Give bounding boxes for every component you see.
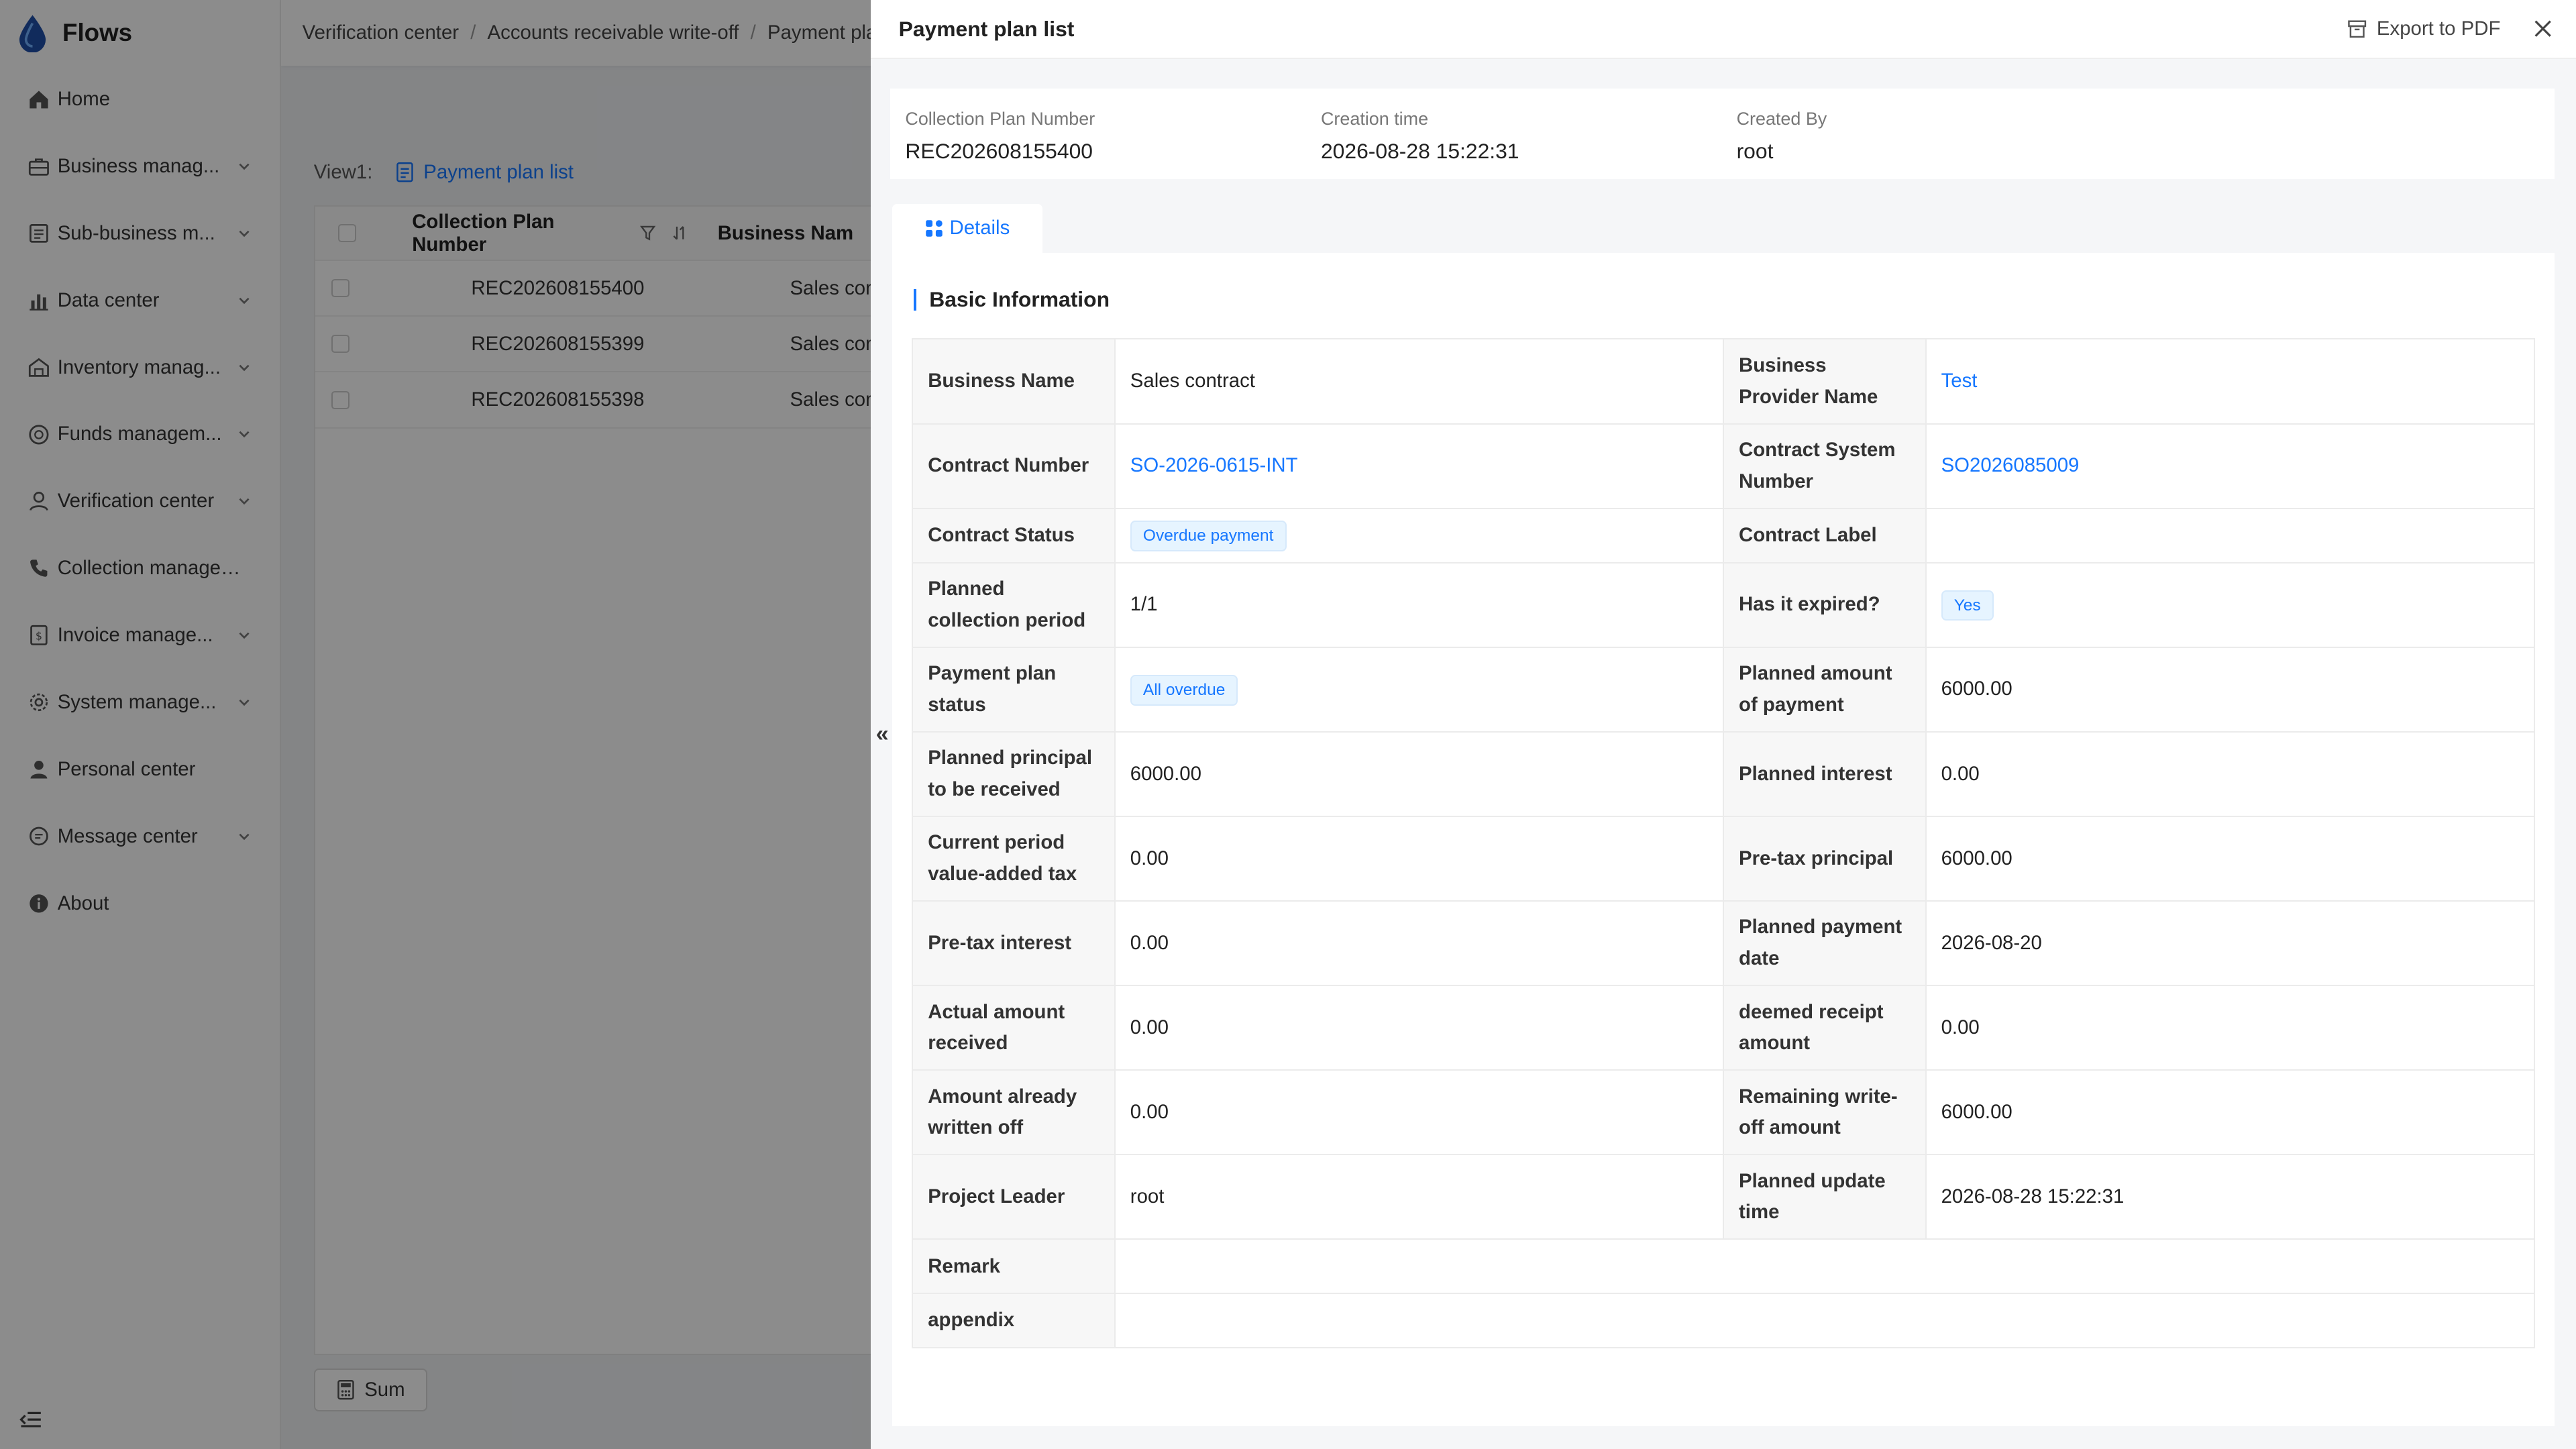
field-value: 6000.00 (1925, 1069, 2535, 1156)
info-row: Contract Number SO-2026-0615-INT Contrac… (912, 423, 2535, 509)
info-row: Payment plan status All overdue Planned … (912, 646, 2535, 733)
field-value: 0.00 (1925, 985, 2535, 1071)
field-label: deemed receipt amount (1722, 985, 1927, 1071)
field-label: Payment plan status (912, 646, 1116, 733)
field-label: Planned payment date (1722, 900, 1927, 987)
field-label: Business Provider Name (1722, 338, 1927, 425)
info-row: Business Name Sales contract Business Pr… (912, 338, 2535, 425)
drawer-tabs: Details (892, 203, 1043, 254)
field-label: Contract System Number (1722, 423, 1927, 509)
drawer-header: Payment plan list Export to PDF (870, 0, 2576, 60)
field-label: Contract Status (912, 507, 1116, 564)
field-label: Remark (912, 1238, 1116, 1295)
export-pdf-button[interactable]: Export to PDF (2347, 17, 2501, 40)
field-value: 2026-08-20 (1925, 900, 2535, 987)
info-row: Amount already written off 0.00 Remainin… (912, 1069, 2535, 1156)
detail-drawer: Payment plan list Export to PDF Collecti… (870, 0, 2576, 1449)
summary-value: 2026-08-28 15:22:31 (1320, 139, 1519, 164)
info-row: Project Leader root Planned update time … (912, 1154, 2535, 1240)
field-label: Planned update time (1722, 1154, 1927, 1240)
field-value (1925, 507, 2535, 564)
summary-value: REC202608155400 (905, 139, 1093, 164)
field-label: Planned amount of payment (1722, 646, 1927, 733)
field-label: appendix (912, 1293, 1116, 1349)
field-label: Current period value-added tax (912, 815, 1116, 902)
field-label: Planned interest (1722, 731, 1927, 817)
field-value: Sales contract (1114, 338, 1724, 425)
contract-status-badge: Overdue payment (1130, 521, 1287, 551)
tab-label: Details (949, 217, 1010, 239)
expired-badge: Yes (1941, 590, 1994, 621)
summary-panel: Collection Plan Number REC202608155400 C… (890, 89, 2555, 179)
summary-plan-number: Collection Plan Number REC202608155400 (905, 109, 1095, 164)
field-label: Planned collection period (912, 561, 1116, 648)
field-value: 6000.00 (1925, 646, 2535, 733)
business-provider-link[interactable]: Test (1941, 370, 1978, 392)
section-title: Basic Information (913, 288, 1110, 311)
field-value (1114, 1238, 2535, 1295)
field-value: 0.00 (1114, 1069, 1724, 1156)
grid-icon (925, 220, 943, 237)
info-row: Pre-tax interest 0.00 Planned payment da… (912, 900, 2535, 987)
field-value: 0.00 (1114, 985, 1724, 1071)
info-row: Planned collection period 1/1 Has it exp… (912, 561, 2535, 648)
field-value: 6000.00 (1114, 731, 1724, 817)
field-value: 6000.00 (1925, 815, 2535, 902)
details-content: Basic Information Business Name Sales co… (892, 253, 2555, 1426)
basic-info-table: Business Name Sales contract Business Pr… (912, 338, 2535, 1349)
field-value: 1/1 (1114, 561, 1724, 648)
info-row: Remark (912, 1238, 2535, 1295)
field-label: Pre-tax principal (1722, 815, 1927, 902)
field-value: 0.00 (1114, 815, 1724, 902)
field-label: Actual amount received (912, 985, 1116, 1071)
field-value: 0.00 (1925, 731, 2535, 817)
field-label: Planned principal to be received (912, 731, 1116, 817)
expand-drawer-button[interactable]: « (871, 720, 894, 749)
info-row: Planned principal to be received 6000.00… (912, 731, 2535, 817)
summary-value: root (1736, 139, 1774, 164)
payment-plan-status-badge: All overdue (1130, 674, 1238, 706)
export-label: Export to PDF (2376, 17, 2501, 40)
field-label: Amount already written off (912, 1069, 1116, 1156)
contract-system-number-link[interactable]: SO2026085009 (1941, 454, 2080, 476)
field-label: Business Name (912, 338, 1116, 425)
field-label: Contract Number (912, 423, 1116, 509)
field-value: 0.00 (1114, 900, 1724, 987)
field-label: Contract Label (1722, 507, 1927, 564)
summary-label: Creation time (1320, 108, 1429, 129)
field-label: Remaining write-off amount (1722, 1069, 1927, 1156)
close-icon[interactable] (2533, 19, 2553, 38)
summary-creation-time: Creation time 2026-08-28 15:22:31 (1321, 109, 1519, 164)
archive-icon (2348, 20, 2367, 38)
summary-label: Created By (1736, 108, 1827, 129)
info-row: Current period value-added tax 0.00 Pre-… (912, 815, 2535, 902)
field-value: root (1114, 1154, 1724, 1240)
field-label: Pre-tax interest (912, 900, 1116, 987)
field-label: Project Leader (912, 1154, 1116, 1240)
info-row: Actual amount received 0.00 deemed recei… (912, 985, 2535, 1071)
field-value (1114, 1293, 2535, 1349)
field-label: Has it expired? (1722, 561, 1927, 648)
info-row: Contract Status Overdue payment Contract… (912, 507, 2535, 564)
summary-label: Collection Plan Number (905, 108, 1095, 129)
tab-details[interactable]: Details (892, 203, 1043, 254)
info-row: appendix (912, 1293, 2535, 1349)
drawer-title: Payment plan list (898, 16, 1075, 41)
summary-created-by: Created By root (1737, 109, 1827, 164)
contract-number-link[interactable]: SO-2026-0615-INT (1130, 454, 1298, 476)
field-value: 2026-08-28 15:22:31 (1925, 1154, 2535, 1240)
